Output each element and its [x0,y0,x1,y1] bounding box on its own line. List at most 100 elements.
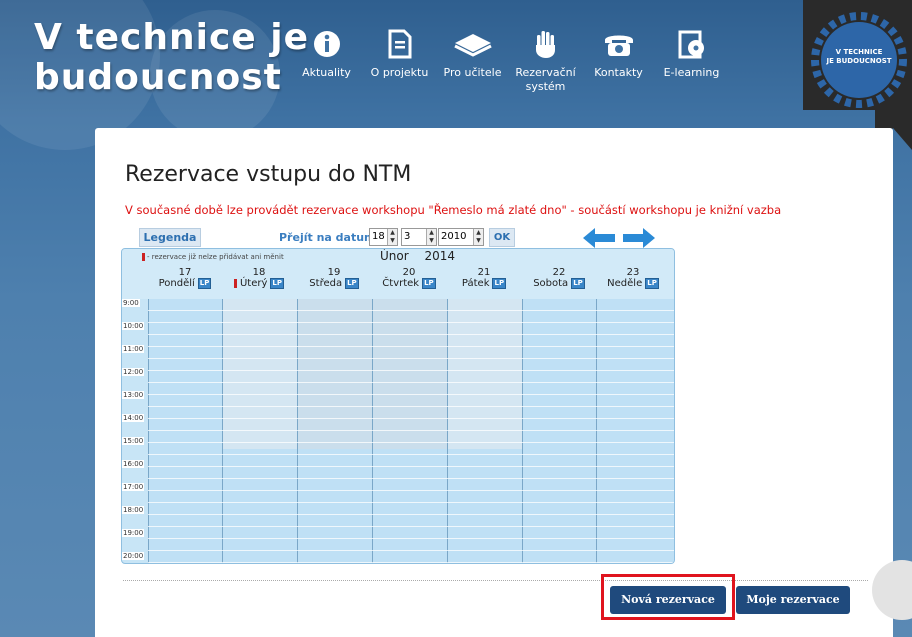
ok-button[interactable]: OK [489,228,515,247]
nav-item-o-projektu[interactable]: O projektu [363,22,436,94]
day-column-tuesday[interactable] [222,299,297,563]
month-value: 3 [404,231,411,242]
notice-text: V současné době lze provádět rezervace w… [125,203,782,217]
day-name: Čtvrtek [382,278,420,289]
site-title-line1: V technice je [34,17,310,58]
nav-item-e-learning[interactable]: E-learning [655,22,728,94]
site-title[interactable]: V technice je budoucnost [34,18,309,98]
day-number: 20 [402,267,416,278]
badge-line2: JE BUDOUCNOST [826,57,892,65]
calendar-header: - rezervace již nelze přidávat ani měnit… [122,249,674,299]
week-calendar: - rezervace již nelze přidávat ani měnit… [121,248,675,564]
nav-label: Pro učitele [443,66,502,79]
goto-date-label: Přejít na datum: [279,231,380,244]
nav-label: E-learning [663,66,720,79]
badge-line1: V TECHNICE [835,48,883,56]
nav-label: O projektu [370,66,429,79]
year-label: 2014 [424,249,456,263]
stepper-arrows-icon[interactable]: ▲ ▼ [426,229,436,245]
time-label: 14:00 [122,414,145,422]
year-stepper[interactable]: 2010 ▲ ▼ [438,228,484,246]
day-header-thursday: 20 Čtvrtek LP [372,267,446,289]
divider [123,580,868,581]
day-column-monday[interactable] [148,299,222,563]
day-number: 21 [477,267,491,278]
highlight-box [601,574,735,620]
day-name: Neděle [607,278,643,289]
day-column-thursday[interactable] [372,299,447,563]
day-number: 17 [178,267,192,278]
month-year-label: Únor 2014 [380,249,455,263]
day-name: Sobota [533,278,569,289]
day-stepper[interactable]: 18 ▲ ▼ [369,228,398,246]
time-label: 16:00 [122,460,145,468]
day-column-sunday[interactable] [596,299,674,563]
day-name: Pondělí [158,278,195,289]
info-icon [290,22,363,66]
document-icon [363,22,436,66]
nav-item-rezervacni-system[interactable]: Rezervační systém [509,22,582,94]
nav-label: Rezervační systém [515,66,576,93]
year-value: 2010 [441,231,467,242]
restriction-note: - rezervace již nelze přidávat ani měnit [147,253,284,261]
stepper-arrows-icon[interactable]: ▲ ▼ [387,229,397,245]
time-label: 15:00 [122,437,145,445]
nav-item-kontakty[interactable]: Kontakty [582,22,655,94]
day-header-friday: 21 Pátek LP [447,267,521,289]
page-title: Rezervace vstupu do NTM [125,162,412,187]
time-label: 11:00 [122,345,145,353]
nav-label: Kontakty [594,66,643,79]
day-name: Pátek [461,278,490,289]
day-header-wednesday: 19 Středa LP [297,267,371,289]
legend-button[interactable]: Legenda [139,228,201,247]
my-reservations-button[interactable]: Moje rezervace [736,586,850,614]
time-label: 17:00 [122,483,145,491]
day-header-monday: 17 Pondělí LP [148,267,222,289]
month-stepper[interactable]: 3 ▲ ▼ [401,228,437,246]
hand-icon [509,22,582,66]
lp-button[interactable]: LP [571,278,585,289]
lp-button[interactable]: LP [197,278,212,289]
nav-item-aktuality[interactable]: Aktuality [290,22,363,94]
lp-button[interactable]: LP [270,278,284,289]
day-header-saturday: 22 Sobota LP [522,267,596,289]
lp-button[interactable]: LP [492,278,507,289]
nav-item-pro-ucitele[interactable]: Pro učitele [436,22,509,94]
nav-label: Aktuality [302,66,351,79]
day-column-wednesday[interactable] [297,299,372,563]
restricted-flag-icon [233,279,237,288]
badge-text: V TECHNICE JE BUDOUCNOST [813,48,905,66]
lp-button[interactable]: LP [422,278,436,289]
day-number: 23 [626,267,640,278]
time-label: 12:00 [122,368,145,376]
day-number: 19 [327,267,341,278]
day-header-tuesday: 18 Úterý LP [222,267,296,291]
day-name: Středa [309,278,343,289]
time-label: 18:00 [122,506,145,514]
site-title-line2: budoucnost [34,57,282,98]
time-label: 13:00 [122,391,145,399]
month-label: Únor [380,249,409,263]
time-label: 20:00 [122,552,145,560]
time-label: 10:00 [122,322,145,330]
calendar-toolbar: Legenda Přejít na datum: 18 ▲ ▼ 3 ▲ ▼ 2010… [139,228,675,248]
book-icon [436,22,509,66]
disc-icon [655,22,728,66]
main-nav: Aktuality O projektu Pro učitele Rezerva… [290,22,728,94]
day-column-friday[interactable] [447,299,522,563]
day-number: 22 [552,267,566,278]
stepper-arrows-icon[interactable]: ▲ ▼ [473,229,483,245]
restriction-legend: - rezervace již nelze přidávat ani měnit [142,253,284,261]
day-name: Úterý [239,278,268,289]
time-label: 9:00 [122,299,140,307]
phone-icon [582,22,655,66]
lp-button[interactable]: LP [345,278,359,289]
day-value: 18 [372,231,385,242]
time-label: 19:00 [122,529,145,537]
day-number: 18 [252,267,266,278]
day-header-sunday: 23 Neděle LP [596,267,670,289]
restricted-flag-icon [142,253,145,261]
day-column-saturday[interactable] [522,299,596,563]
lp-button[interactable]: LP [645,278,659,289]
content-panel: Rezervace vstupu do NTM V současné době … [95,128,893,637]
